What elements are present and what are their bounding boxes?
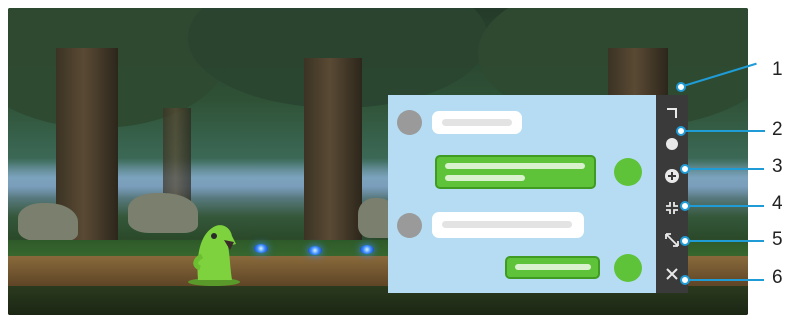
callout-number: 4 [772,193,783,214]
callout-line [684,279,764,281]
chat-bubble-incoming [432,212,584,238]
callout-number: 1 [772,59,783,80]
corner-icon[interactable] [656,97,688,127]
callout-dot [676,82,686,92]
callout-dot [680,201,690,211]
callout-number: 6 [772,267,783,288]
callout-number: 2 [772,119,783,140]
chat-window [388,95,656,293]
callout-dot [680,236,690,246]
avatar [397,110,422,135]
chat-bubble-outgoing [505,256,600,279]
tree-trunk [304,58,362,248]
avatar [397,213,422,238]
callout-line [684,205,764,207]
callout-dot [680,164,690,174]
glowing-flower [254,244,268,253]
message-placeholder-line [515,264,591,270]
chat-bubble-incoming [432,111,522,134]
callout-number: 5 [772,229,783,250]
green-monster-character [188,225,240,286]
message-placeholder-line [442,221,572,228]
glowing-flower [308,246,322,255]
callout-line [684,168,764,170]
avatar [614,158,642,186]
chat-bubble-outgoing [435,155,596,189]
callout-line [680,130,765,132]
glowing-flower [360,245,374,254]
message-placeholder-line [442,119,512,126]
callout-number: 3 [772,156,783,177]
window-control-bar [656,95,688,293]
rock [18,203,78,241]
callout-dot [676,126,686,136]
callout-dot [680,275,690,285]
avatar [614,254,642,282]
message-placeholder-line [445,175,525,181]
message-placeholder-line [445,163,585,169]
callout-line [684,240,764,242]
